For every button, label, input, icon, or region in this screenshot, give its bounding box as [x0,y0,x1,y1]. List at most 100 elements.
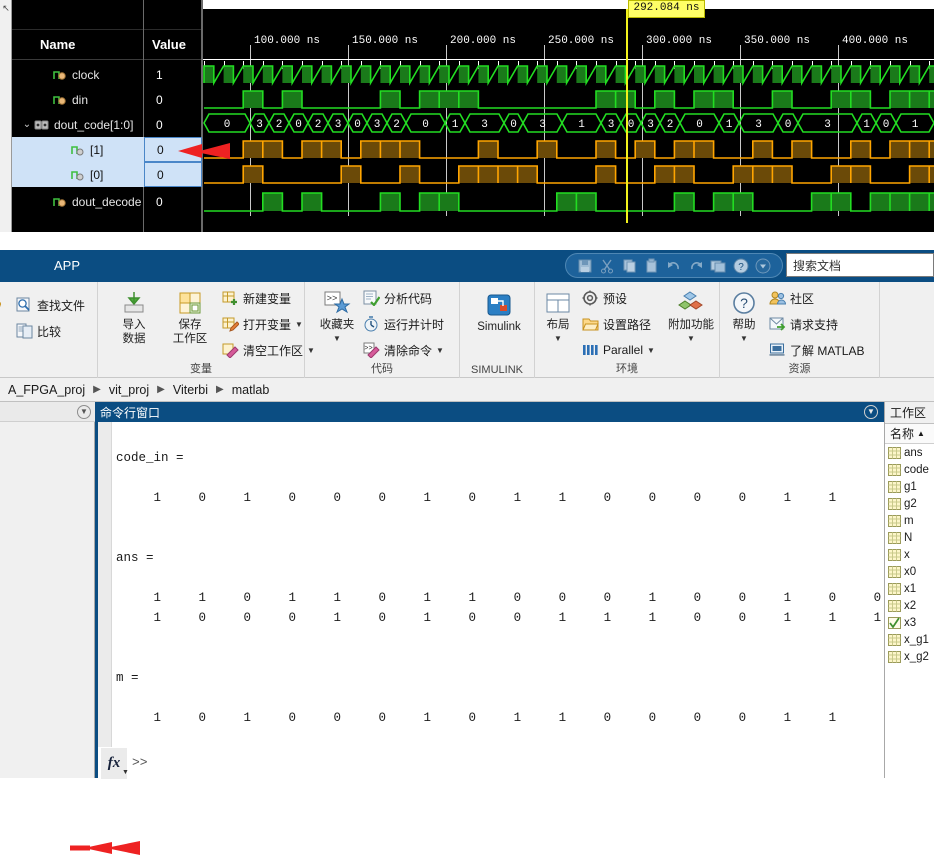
save-workspace-button[interactable]: 保存 工作区 [162,288,218,346]
workspace-variable-item[interactable]: x_g1 [885,631,934,648]
waveform-time-ruler[interactable]: 100.000 ns 150.000 ns 200.000 ns 250.000 ns… [203,9,934,216]
quick-access-toolbar[interactable]: ? [565,253,783,278]
breadcrumb-item[interactable]: Viterbi [171,383,210,397]
signal-name[interactable]: ⌄ dout_code[1:0] [12,112,144,137]
clear-commands-caret-icon[interactable]: ▼ [436,346,444,355]
signal-row-1[interactable]: [1] 0 [12,137,202,162]
new-variable-button[interactable]: 新建变量 [222,287,291,309]
add-ons-caret-icon[interactable]: ▼ [663,332,719,346]
customize-icon[interactable] [755,258,771,274]
find-files-button[interactable]: 查找文件 [16,294,85,316]
breadcrumb-item[interactable]: A_FPGA_proj [6,383,87,397]
signal-value[interactable]: 0 [144,162,202,187]
switch-window-icon[interactable] [710,258,726,274]
svg-text:0: 0 [510,119,517,131]
search-documentation-input[interactable]: 搜索文档 [786,253,934,277]
signal-value[interactable]: 1 [144,62,202,87]
signal-value[interactable]: 0 [144,112,202,137]
workspace-column-header[interactable]: 名称 ▲ [885,424,934,444]
tab-app[interactable]: APP [40,255,94,276]
waveform-cursor-line[interactable] [626,9,629,223]
help-button[interactable]: ? 帮助 ▼ [720,288,768,346]
workspace-variable-item[interactable]: x2 [885,597,934,614]
signal-value[interactable]: 0 [144,87,202,112]
signal-row-dout_decode[interactable]: dout_decode 0 [12,189,202,214]
signal-name[interactable]: clock [12,62,144,87]
open-variable-caret-icon[interactable]: ▼ [295,320,303,329]
open-button[interactable]: 打开 ▼ [0,288,16,346]
breadcrumb[interactable]: A_FPGA_proj ▶ vit_proj ▶ Viterbi ▶ matlab [0,378,934,402]
clear-commands-button[interactable]: >> 清除命令 ▼ [363,339,444,361]
set-path-button[interactable]: 设置路径 [582,313,651,335]
workspace-variable-list[interactable]: ans code g1 g2 m Nx x0 x1 x2 x3 x_g1 x_g2 [885,444,934,778]
workspace-variable-item[interactable]: x0 [885,563,934,580]
favorites-caret-icon[interactable]: ▼ [309,332,365,346]
signal-name[interactable]: [0] [12,162,144,187]
signal-name[interactable]: dout_decode [12,189,144,214]
signal-name[interactable]: [1] [12,137,144,162]
cut-icon[interactable] [599,258,615,274]
current-folder-panel[interactable]: ▼ [0,402,95,778]
workspace-variable-item[interactable]: x1 [885,580,934,597]
run-and-time-button[interactable]: 运行并计时 [363,313,444,335]
undo-icon[interactable] [666,258,682,274]
layout-caret-icon[interactable]: ▼ [535,332,581,346]
signal-name[interactable]: din [12,87,144,112]
signal-row-din[interactable]: din 0 [12,87,202,112]
fx-caret-icon[interactable]: ▼ [122,768,129,776]
preferences-button[interactable]: 预设 [582,287,627,309]
expander-icon[interactable]: ⌄ [20,119,34,130]
svg-text:3: 3 [755,119,762,131]
command-output-line: 1 0 1 0 0 0 1 0 1 1 0 0 0 0 1 1 [116,491,837,505]
breadcrumb-item[interactable]: vit_proj [107,383,151,397]
workspace-variable-item[interactable]: N [885,529,934,546]
clear-workspace-button[interactable]: 清空工作区 ▼ [222,339,315,361]
redo-icon[interactable] [688,258,704,274]
workspace-variable-item[interactable]: x [885,546,934,563]
workspace-variable-item[interactable]: x3 [885,614,934,631]
parallel-button[interactable]: Parallel ▼ [582,339,655,361]
sort-ascending-icon[interactable]: ▲ [917,429,925,438]
workspace-tab[interactable]: 工作区 [885,402,934,424]
import-data-button[interactable]: 导入 数据 [106,288,162,346]
variable-grid-icon [888,599,901,612]
help-icon[interactable]: ? [733,258,749,274]
add-ons-button[interactable]: 附加功能 ▼ [663,288,719,346]
open-variable-button[interactable]: 打开变量 ▼ [222,313,303,335]
help-caret-icon[interactable]: ▼ [720,332,768,346]
preferences-label: 预设 [603,291,628,306]
command-prompt-bar[interactable]: fx ▼ >> [98,747,887,779]
breadcrumb-item[interactable]: matlab [230,383,272,397]
fx-function-browser-icon[interactable]: fx ▼ [101,748,129,779]
workspace-variable-name: N [904,531,913,544]
favorites-button[interactable]: >> 收藏夹 ▼ [309,288,365,346]
request-support-button[interactable]: 请求支持 [769,313,838,335]
breadcrumb-separator-icon: ▶ [157,384,165,395]
workspace-variable-item[interactable]: g1 [885,478,934,495]
waveform-plot-area[interactable]: 100.000 ns 150.000 ns 200.000 ns 250.000 ns… [203,0,934,232]
analyze-code-button[interactable]: 分析代码 [363,287,432,309]
compare-button[interactable]: 比较 [16,320,61,342]
parallel-caret-icon[interactable]: ▼ [647,346,655,355]
community-button[interactable]: 社区 [769,287,814,309]
workspace-variable-item[interactable]: code [885,461,934,478]
paste-icon[interactable] [644,258,660,274]
signal-row-dout_code10[interactable]: ⌄ dout_code[1:0] 0 [12,112,202,137]
signal-row-clock[interactable]: clock 1 [12,62,202,87]
signal-value[interactable]: 0 [144,189,202,214]
workspace-variable-item[interactable]: m [885,512,934,529]
current-folder-panel-menu-icon[interactable]: ▼ [77,405,91,419]
workspace-variable-item[interactable]: g2 [885,495,934,512]
learn-matlab-button[interactable]: 了解 MATLAB [769,339,864,361]
open-button-caret-icon[interactable]: ▼ [0,332,16,346]
copy-icon[interactable] [622,258,638,274]
save-icon[interactable] [577,258,593,274]
workspace-variable-item[interactable]: ans [885,444,934,461]
simulink-button[interactable]: Simulink [470,290,528,334]
layout-button[interactable]: 布局 ▼ [535,288,581,346]
signal-row-0[interactable]: [0] 0 [12,162,202,187]
workspace-variable-item[interactable]: x_g2 [885,648,934,665]
workspace-variable-name: x_g2 [904,650,929,663]
command-window-menu-icon[interactable]: ▼ [864,405,878,419]
command-window-body[interactable]: code_in = 1 0 1 0 0 0 1 0 1 1 0 0 0 0 1 … [95,422,887,779]
